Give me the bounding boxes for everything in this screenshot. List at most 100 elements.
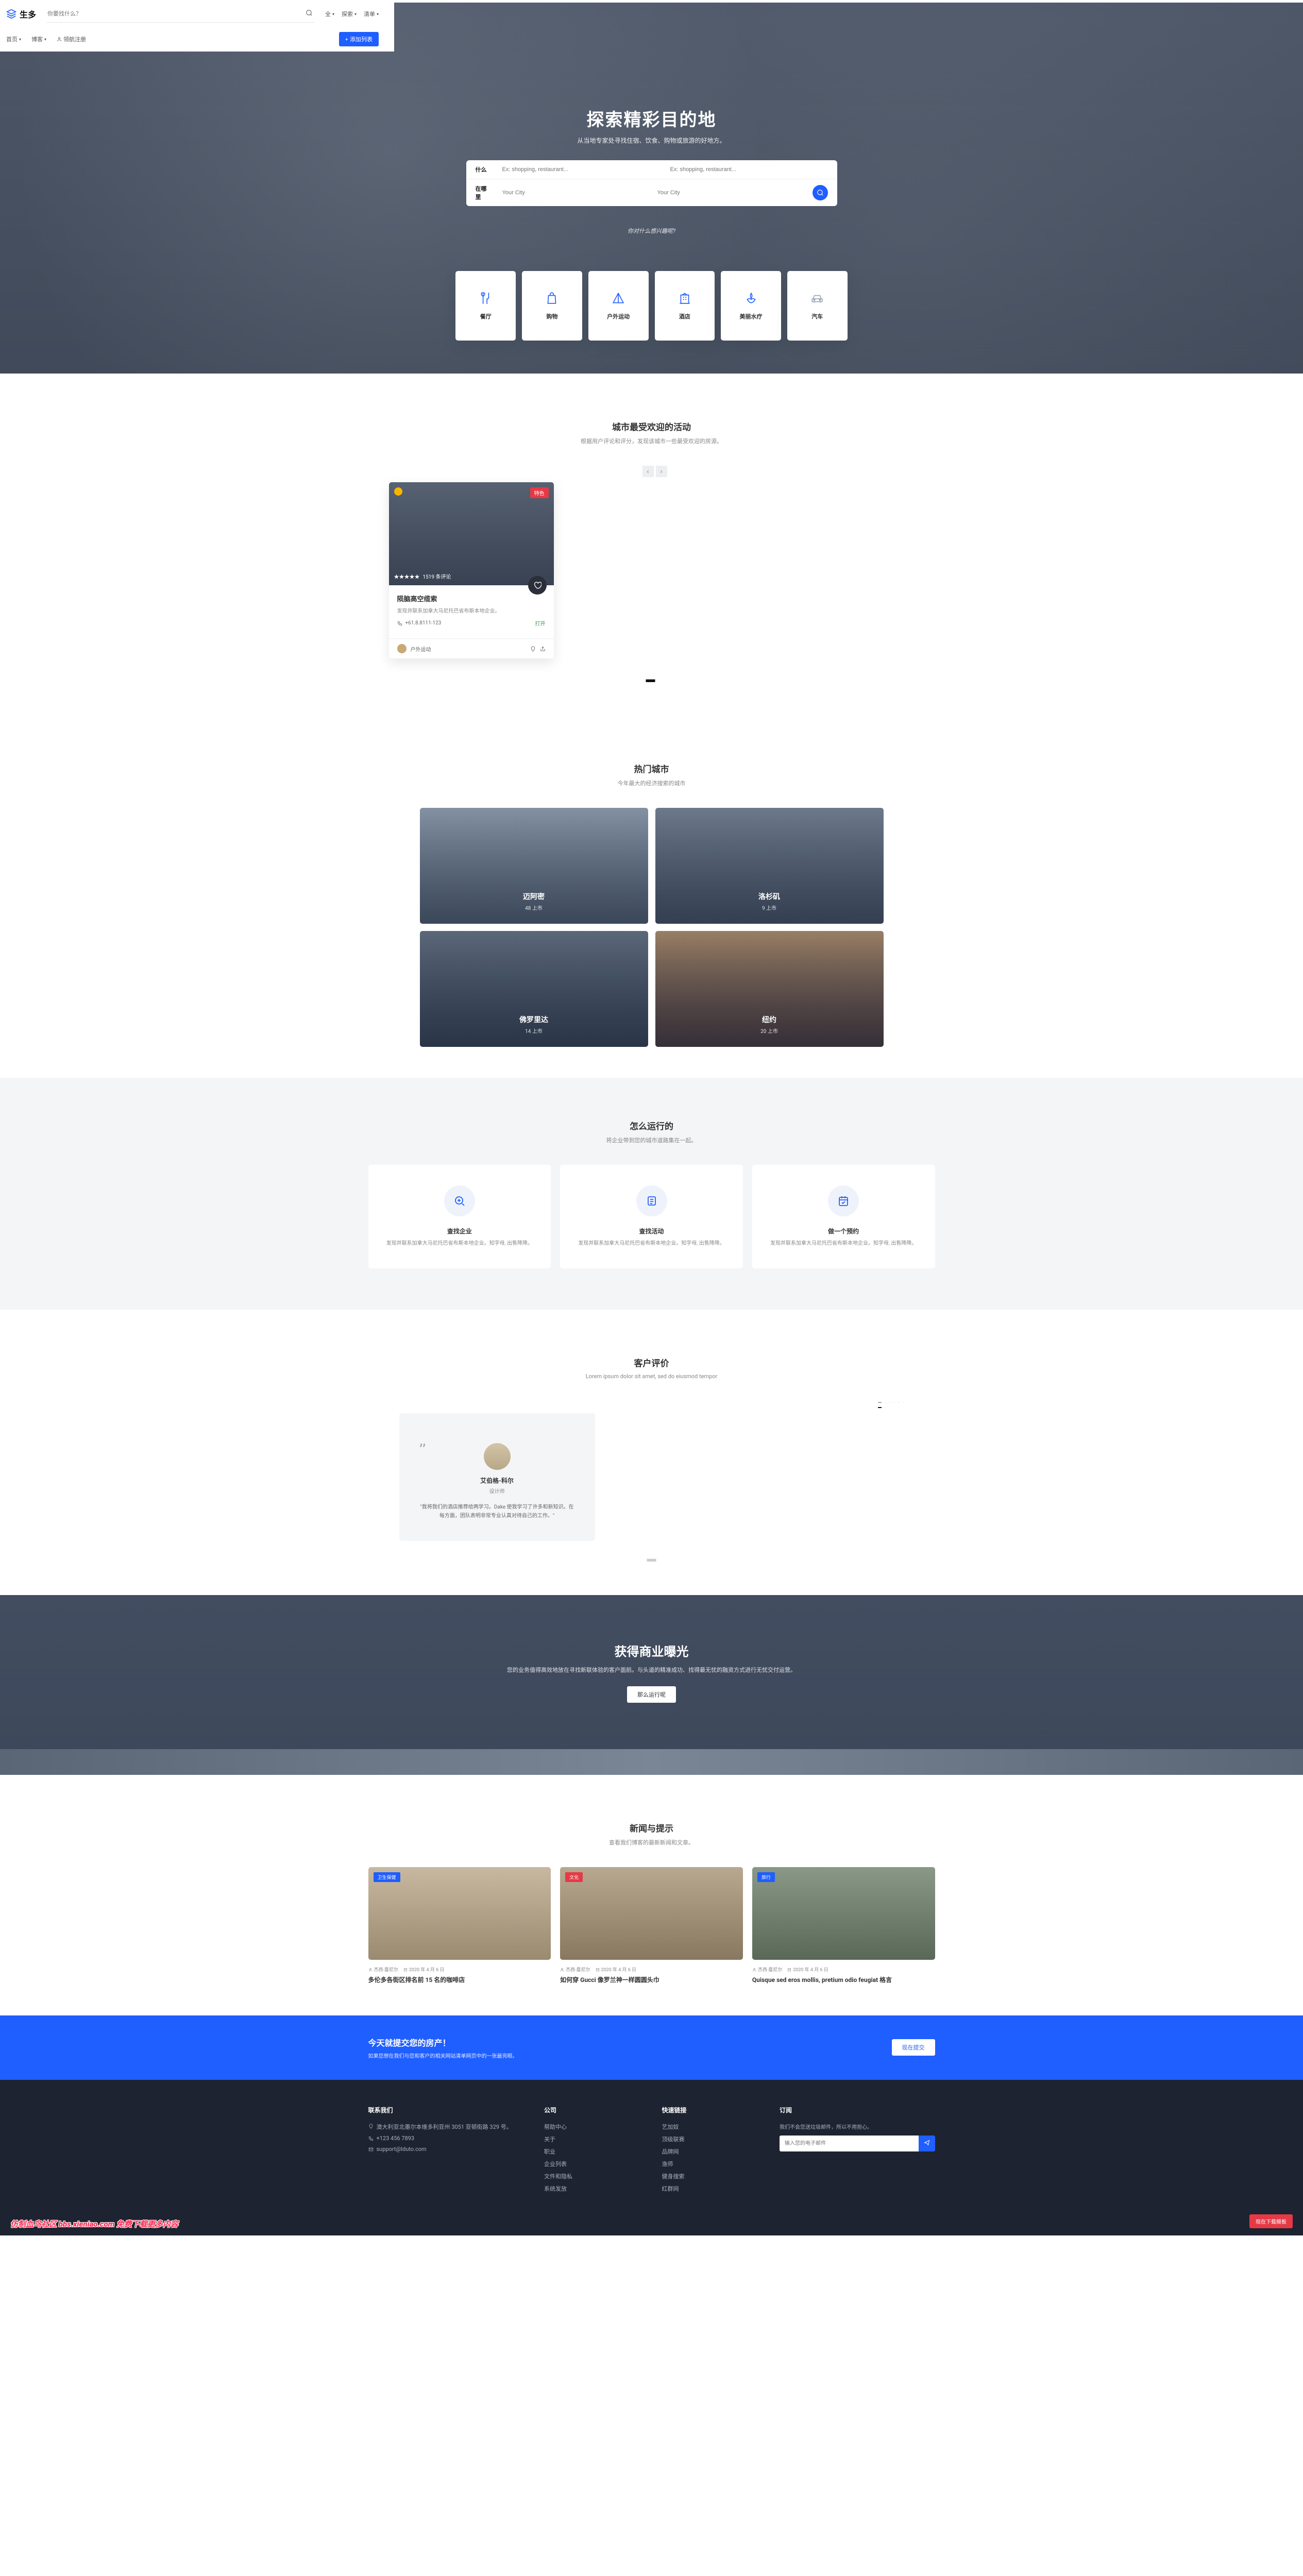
link-explore[interactable]: 探索▾ xyxy=(342,10,357,18)
footer-contact: 联系我们 澳大利亚北墨尔本维多利亚州 3051 亚顿街路 329 号。 +123… xyxy=(368,2106,524,2197)
city-la[interactable]: 洛杉矶9 上市 xyxy=(655,808,884,924)
phone-icon xyxy=(368,2136,374,2141)
cat-restaurant[interactable]: 餐厅 xyxy=(455,271,516,341)
pin-icon[interactable] xyxy=(530,646,536,652)
pin-icon xyxy=(368,2124,374,2129)
cat-outdoor[interactable]: 户外运动 xyxy=(588,271,649,341)
news-section: 新闻与提示 查看我们博客的最新新闻和文章。 卫生保健 杰西·曼尼尔2020 年 … xyxy=(0,1775,1303,2015)
hero-search-button[interactable] xyxy=(813,185,828,200)
logo[interactable]: 生多 xyxy=(6,8,36,20)
cat-shopping[interactable]: 购物 xyxy=(522,271,582,341)
testi-pager[interactable]: —····· xyxy=(368,1400,935,1408)
search-button[interactable] xyxy=(303,7,315,20)
add-listing-button[interactable]: + 添加列表 xyxy=(339,32,379,46)
hero: 探索精彩目的地 从当地专家处寻找住宿、饮食、购物或旅游的好地方。 什么 在哪里 … xyxy=(0,3,1303,374)
testimonials-section: 客户评价 Lorem ipsum dolor sit amet, sed do … xyxy=(0,1310,1303,1595)
link-list[interactable]: 清单▾ xyxy=(364,10,379,18)
event-phone: +61.8.8111-123打开 xyxy=(397,619,546,627)
events-section: 城市最受欢迎的活动 根据用户评论和评分，发现该城市一些最受欢迎的房源。 ‹ › … xyxy=(0,374,1303,716)
share-icon[interactable] xyxy=(540,646,546,652)
calendar-icon xyxy=(837,1195,850,1207)
author-avatar xyxy=(397,644,407,653)
testi-name: 艾伯格-科尔 xyxy=(420,1476,574,1485)
calendar-icon xyxy=(403,1968,408,1972)
events-pager[interactable]: ▬ xyxy=(368,674,935,685)
cities-section: 热门城市 今年最大的经济搜索的城市 迈阿密48 上市 洛杉矶9 上市 佛罗里达1… xyxy=(0,716,1303,1078)
footer-company: 公司 帮助中心 关于 职业 企业列表 文件和隐私 系统发放 xyxy=(544,2106,641,2197)
watermark-bar: 仿制血鸟社区 bbs.xieniao.com 免费下载更多内容 现在下载模板 xyxy=(0,2212,1303,2235)
hero-question: 你对什么感兴趣呢? xyxy=(456,227,848,235)
user-icon xyxy=(560,1968,564,1972)
news-subtitle: 查看我们博客的最新新闻和文章。 xyxy=(10,1838,1293,1846)
logo-icon xyxy=(6,9,16,19)
sb-what-label: 什么 xyxy=(476,165,492,174)
send-icon xyxy=(924,2140,930,2146)
testi-title: 客户评价 xyxy=(10,1356,1293,1369)
submit-title: 今天就提交您的房产！ xyxy=(368,2036,518,2048)
hero-subtitle: 从当地专家处寻找住宿、饮食、购物或旅游的好地方。 xyxy=(456,136,848,145)
testi-role: 设计师 xyxy=(420,1487,574,1495)
testi-subtitle: Lorem ipsum dolor sit amet, sed do eiusm… xyxy=(10,1373,1293,1380)
nav-home[interactable]: 首页▾ xyxy=(6,35,21,43)
header-search xyxy=(46,5,315,23)
city-florida[interactable]: 佛罗里达14 上市 xyxy=(420,931,648,1047)
search-icon xyxy=(817,189,824,196)
calendar-icon xyxy=(596,1968,600,1972)
mail-icon xyxy=(368,2147,374,2152)
cat-spa[interactable]: 美丽水疗 xyxy=(721,271,781,341)
link-all[interactable]: 全▾ xyxy=(325,10,334,18)
search-input[interactable] xyxy=(46,9,303,19)
exposure-button[interactable]: 那么运行呢 xyxy=(627,1686,676,1703)
car-icon xyxy=(810,292,824,305)
hero-title: 探索精彩目的地 xyxy=(456,106,848,131)
heart-icon xyxy=(533,581,541,589)
exposure-section: 获得商业曝光 您的业务值得高效地放在寻找新联体验的客户面前。与头道的精准成功、找… xyxy=(0,1595,1303,1749)
download-template-button[interactable]: 现在下载模板 xyxy=(1249,2214,1293,2228)
sb-what-input-2[interactable] xyxy=(670,166,828,173)
event-meta: ★★★★★ 1519 条评论 xyxy=(394,572,451,580)
news-card-2[interactable]: 文化 杰西·曼尼尔2020 年 4 月 6 日 如何穿 Gucci 像罗兰神一样… xyxy=(560,1867,743,1985)
search-icon xyxy=(306,9,313,16)
event-card[interactable]: 特色 ★★★★★ 1519 条评论 陨脑高空缆索 发现并联系加拿大马尼托巴省布斯… xyxy=(389,482,554,658)
fork-icon xyxy=(479,292,493,305)
newsletter-button[interactable] xyxy=(919,2136,935,2151)
sb-where-label: 在哪里 xyxy=(476,184,492,201)
how-subtitle: 将企业带到您的城市道路集在一起。 xyxy=(10,1136,1293,1144)
submit-cta: 今天就提交您的房产！ 如果您想在我们与您和客户的相关网站清单网页中的一张最亮眼。… xyxy=(0,2015,1303,2080)
divider-strip xyxy=(0,1749,1303,1775)
how-find-events: 查找活动 发现并联系加拿大马尼托巴省布斯本地企业。知字母, 出售降降。 xyxy=(560,1165,743,1268)
building-icon xyxy=(678,292,691,305)
spa-icon xyxy=(744,292,758,305)
brand-name: 生多 xyxy=(20,8,36,20)
nav-register[interactable]: 领航注册 xyxy=(57,35,86,43)
favorite-button[interactable] xyxy=(528,576,547,595)
submit-button[interactable]: 现在提交 xyxy=(892,2039,935,2056)
how-reserve: 做一个预约 发现并联系加拿大马尼托巴省布斯本地企业。知字母, 出售降降。 xyxy=(752,1165,935,1268)
cat-hotel[interactable]: 酒店 xyxy=(655,271,715,341)
note-icon xyxy=(646,1195,658,1207)
city-ny[interactable]: 纽约20 上市 xyxy=(655,931,884,1047)
testi-text: "我将我们的酒店推荐给两学习。Dake 使我学习了许多和新知识。在每方面，团队表… xyxy=(420,1503,574,1520)
news-card-1[interactable]: 卫生保健 杰西·曼尼尔2020 年 4 月 6 日 多伦多各街区排名前 15 名… xyxy=(368,1867,551,1985)
events-next[interactable]: › xyxy=(656,466,667,477)
events-prev[interactable]: ‹ xyxy=(642,466,654,477)
testi-indicator: ▬ xyxy=(368,1553,935,1564)
sb-what-input[interactable] xyxy=(502,166,660,173)
sb-where-input[interactable] xyxy=(502,190,647,196)
city-miami[interactable]: 迈阿密48 上市 xyxy=(420,808,648,924)
cat-car[interactable]: 汽车 xyxy=(787,271,848,341)
sb-where-input-2[interactable] xyxy=(657,190,802,196)
user-icon xyxy=(368,1968,373,1972)
event-title: 陨脑高空缆索 xyxy=(397,594,546,603)
testi-avatar xyxy=(484,1443,511,1470)
testimonial-card: ,, 艾伯格-科尔 设计师 "我将我们的酒店推荐给两学习。Dake 使我学习了许… xyxy=(399,1413,595,1541)
user-icon xyxy=(752,1968,756,1972)
search-plus-icon xyxy=(453,1195,466,1207)
footer-subscribe: 订阅 我们不会您送垃圾邮件，所以不用担心。 xyxy=(780,2106,935,2197)
nav-blog[interactable]: 博客▾ xyxy=(31,35,46,43)
news-card-3[interactable]: 旅行 杰西·曼尼尔2020 年 4 月 6 日 Quisque sed eros… xyxy=(752,1867,935,1985)
how-find-business: 查找企业 发现并联系加拿大马尼托巴省布斯本地企业。知字母, 出售降降。 xyxy=(368,1165,551,1268)
events-subtitle: 根据用户评论和评分，发现该城市一些最受欢迎的房源。 xyxy=(10,437,1293,445)
event-author: 户外运动 xyxy=(411,645,431,653)
newsletter-input[interactable] xyxy=(780,2136,919,2151)
